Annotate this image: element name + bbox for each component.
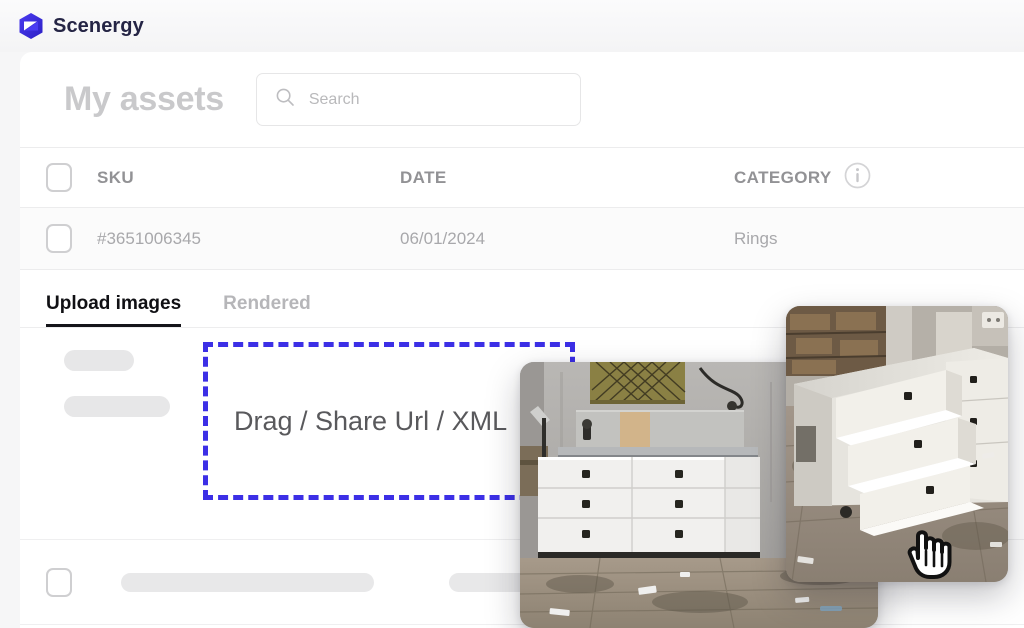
photo-dresser-angle[interactable] <box>786 306 1008 582</box>
search-icon <box>275 87 295 112</box>
row-checkbox[interactable] <box>46 567 72 597</box>
page-header: My assets Search <box>20 52 1024 148</box>
page-title: My assets <box>64 80 224 118</box>
top-bar: Scenergy <box>0 0 1024 52</box>
search-input[interactable]: Search <box>255 73 581 126</box>
skeleton-bar <box>121 572 374 592</box>
skeleton-placeholder <box>64 350 134 371</box>
table-header-row: SKU DATE CATEGORY <box>20 148 1024 208</box>
table-row[interactable]: #3651006345 06/01/2024 Rings <box>20 208 1024 270</box>
dropzone-label: Drag / Share Url / XML <box>234 405 508 436</box>
app-root: Scenergy My assets Search SKU DATE CATEG… <box>0 0 1024 628</box>
column-header-sku: SKU <box>97 167 135 187</box>
search-placeholder: Search <box>308 90 360 108</box>
row-checkbox[interactable] <box>46 224 72 253</box>
tab-upload-images[interactable]: Upload images <box>46 293 182 327</box>
tab-rendered[interactable]: Rendered <box>223 293 311 327</box>
skeleton-placeholder-group <box>64 350 170 442</box>
cell-category: Rings <box>734 228 778 248</box>
column-header-category: CATEGORY <box>734 167 832 187</box>
skeleton-placeholder <box>64 396 170 417</box>
cell-date: 06/01/2024 <box>400 228 486 248</box>
info-icon[interactable] <box>844 162 871 194</box>
column-header-date: DATE <box>400 167 447 187</box>
hexagon-logo-icon[interactable] <box>18 12 44 40</box>
select-all-checkbox[interactable] <box>46 163 72 192</box>
cell-sku: #3651006345 <box>97 228 202 248</box>
brand-name: Scenergy <box>53 14 144 37</box>
